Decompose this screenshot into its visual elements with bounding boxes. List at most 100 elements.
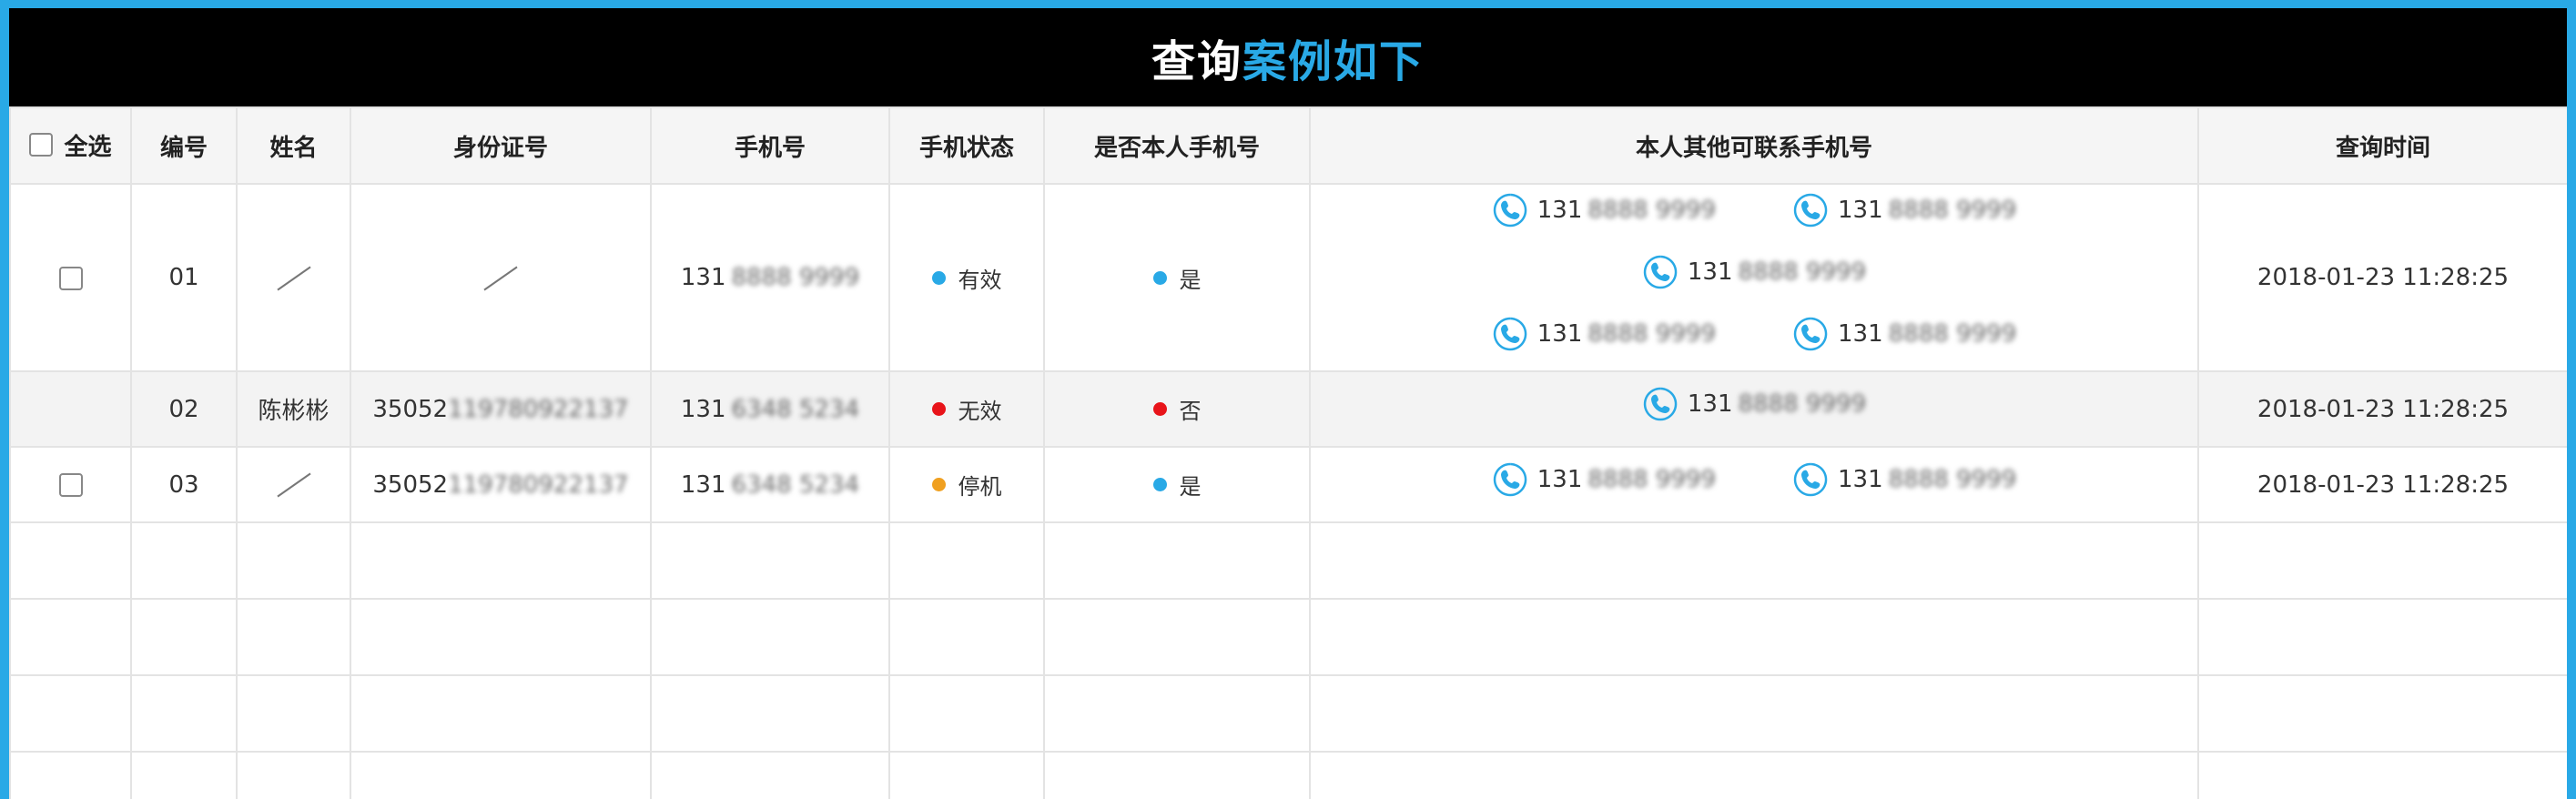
other-phone-masked: 8888 9999 [1587, 197, 1716, 224]
other-phone-masked: 8888 9999 [1888, 465, 2017, 493]
other-phone-masked: 8888 9999 [1888, 320, 2017, 348]
cell-id-card: 35052119780922137 [350, 370, 652, 448]
select-all-label: 全选 [64, 133, 112, 161]
other-phone-masked: 8888 9999 [1587, 465, 1716, 493]
other-phone-item[interactable]: 131 8888 9999 [1492, 186, 1716, 236]
other-phone-item[interactable]: 131 8888 9999 [1792, 186, 2016, 236]
phone-icon [1793, 317, 1828, 351]
row-checkbox[interactable] [58, 266, 83, 290]
cell-query-time: 2018-01-23 11:28:25 [2197, 370, 2567, 448]
cell-other-phones: 131 8888 9999 131 8888 9999 131 8888 9999 131 8… [1309, 183, 2199, 372]
empty-row [9, 521, 2567, 600]
phone-icon [1793, 462, 1828, 496]
other-phone-prefix: 131 [1536, 465, 1583, 493]
header-select-all[interactable]: 全选 [9, 106, 132, 185]
table-row: 03 35052119780922137 131 6348 5234 停机 是 1… [9, 446, 2567, 523]
other-phone-prefix: 131 [1687, 389, 1733, 418]
header-name: 姓名 [236, 106, 351, 185]
cell-query-time: 2018-01-23 11:28:25 [2197, 183, 2567, 372]
row-checkbox[interactable] [58, 473, 83, 497]
status-text: 停机 [958, 474, 1002, 500]
id-masked: 119780922137 [448, 470, 629, 499]
other-phone-item[interactable]: 131 8888 9999 [1492, 454, 1716, 505]
cell-query-time: 2018-01-23 11:28:25 [2197, 446, 2567, 523]
phone-icon [1493, 193, 1527, 228]
cell-is-own: 是 [1043, 446, 1311, 523]
other-phone-prefix: 131 [1838, 320, 1883, 348]
phone-prefix: 131 [680, 264, 726, 291]
other-phone-item[interactable]: 131 8888 9999 [1792, 308, 2016, 359]
cell-number: 03 [130, 446, 238, 523]
cell-phone-status: 停机 [888, 446, 1045, 523]
header-phone: 手机号 [650, 106, 890, 185]
empty-row [9, 598, 2567, 676]
other-phone-item[interactable]: 131 8888 9999 [1642, 379, 1866, 430]
empty-row [9, 674, 2567, 753]
cell-id-card: 35052119780922137 [350, 446, 652, 523]
title-part-1: 查询 [1151, 36, 1242, 87]
other-phone-prefix: 131 [1536, 197, 1583, 224]
table-row: 01 131 8888 9999 有效 是 131 8888 9999 131 8888… [9, 183, 2567, 372]
is-own-dot [1152, 270, 1167, 285]
cell-phone: 131 8888 9999 [650, 183, 890, 372]
is-own-dot [1152, 478, 1167, 491]
page-frame: 查询 案例如下 全选 编号 姓名 身份证号 手机号 手机状态 是否本人手机号 本人… [9, 8, 2567, 799]
table-row: 02 陈彬彬 35052119780922137 131 6348 5234 无效… [9, 370, 2567, 448]
cell-other-phones: 131 8888 9999 131 8888 9999 [1309, 446, 2199, 523]
id-prefix: 35052 [372, 395, 449, 423]
other-phone-item[interactable]: 131 8888 9999 [1492, 308, 1716, 359]
other-phone-prefix: 131 [1687, 258, 1733, 286]
cell-phone-status: 有效 [888, 183, 1045, 372]
cell-name [236, 183, 351, 372]
header-phone-status: 手机状态 [888, 106, 1045, 185]
phone-masked: 6348 5234 [731, 395, 860, 423]
status-dot [931, 270, 946, 285]
slash-placeholder-icon [483, 266, 518, 290]
phone-icon [1643, 255, 1678, 289]
other-phone-item[interactable]: 131 8888 9999 [1792, 454, 2016, 505]
id-masked: 119780922137 [448, 395, 629, 423]
phone-prefix: 131 [680, 395, 726, 423]
cell-is-own: 否 [1043, 370, 1311, 448]
cell-name [236, 446, 351, 523]
cell-number: 02 [130, 370, 238, 448]
header-number: 编号 [130, 106, 238, 185]
empty-row [9, 751, 2567, 799]
row-select-cell [9, 446, 132, 523]
status-dot [931, 402, 946, 416]
cell-phone: 131 6348 5234 [650, 370, 890, 448]
header-row: 全选 编号 姓名 身份证号 手机号 手机状态 是否本人手机号 本人其他可联系手机… [9, 106, 2567, 185]
phone-prefix: 131 [680, 470, 726, 499]
phone-masked: 8888 9999 [731, 264, 860, 291]
cell-id-card [350, 183, 652, 372]
phone-icon [1643, 387, 1678, 420]
other-phone-masked: 8888 9999 [1738, 258, 1867, 286]
phone-icon [1493, 317, 1527, 351]
is-own-text: 是 [1179, 267, 1202, 293]
status-text: 有效 [958, 267, 1002, 293]
other-phone-prefix: 131 [1838, 465, 1883, 493]
phone-icon [1493, 462, 1527, 496]
cell-phone: 131 6348 5234 [650, 446, 890, 523]
cell-number: 01 [130, 183, 238, 372]
cell-name: 陈彬彬 [236, 370, 351, 448]
status-text: 无效 [958, 399, 1002, 424]
other-phone-masked: 8888 9999 [1587, 320, 1716, 348]
phone-icon [1793, 193, 1828, 228]
other-phone-prefix: 131 [1536, 320, 1583, 348]
cell-phone-status: 无效 [888, 370, 1045, 448]
cell-other-phones: 131 8888 9999 [1309, 370, 2199, 448]
other-phone-item[interactable]: 131 8888 9999 [1642, 247, 1866, 298]
query-results-table: 全选 编号 姓名 身份证号 手机号 手机状态 是否本人手机号 本人其他可联系手机… [9, 106, 2567, 799]
slash-placeholder-icon [276, 472, 311, 498]
row-select-cell [9, 183, 132, 372]
row-select-cell [9, 370, 132, 448]
other-phone-prefix: 131 [1838, 197, 1883, 224]
select-all-checkbox[interactable] [29, 133, 54, 157]
is-own-text: 否 [1179, 399, 1202, 424]
page-title: 查询 案例如下 [9, 8, 2567, 106]
status-dot [931, 478, 946, 491]
header-other-phones: 本人其他可联系手机号 [1309, 106, 2199, 185]
is-own-dot [1152, 402, 1167, 416]
header-id-card: 身份证号 [350, 106, 652, 185]
